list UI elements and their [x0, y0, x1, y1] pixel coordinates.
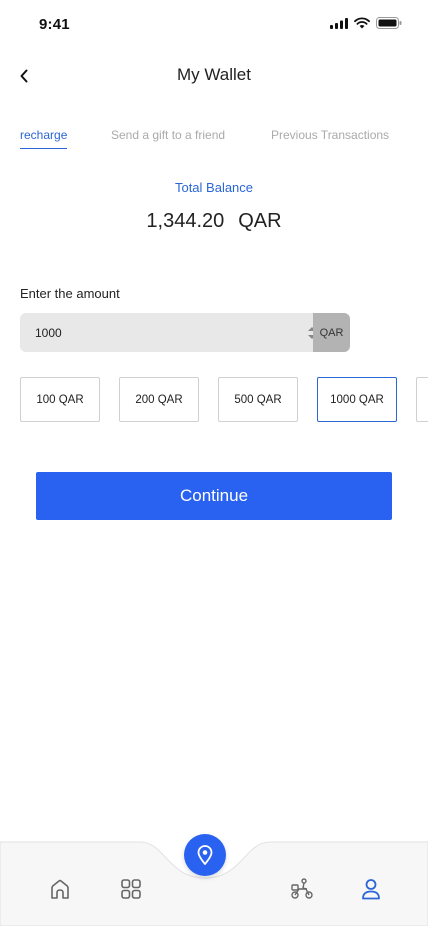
- tab-recharge[interactable]: recharge: [20, 128, 68, 149]
- nav-profile[interactable]: [358, 876, 384, 902]
- nav-delivery[interactable]: [289, 876, 315, 902]
- status-icons: [330, 17, 402, 29]
- continue-button[interactable]: Continue: [36, 472, 392, 520]
- status-bar: 9:41: [0, 0, 428, 50]
- cellular-signal-icon: [330, 17, 348, 29]
- balance-currency: QAR: [238, 210, 282, 232]
- nav-grid[interactable]: [118, 876, 144, 902]
- amount-input[interactable]: [20, 313, 312, 352]
- header: My Wallet: [0, 56, 428, 96]
- grid-icon: [121, 879, 141, 899]
- quick-amount-200[interactable]: 200 QAR: [119, 377, 199, 422]
- quick-amount-500[interactable]: 500 QAR: [218, 377, 298, 422]
- quick-amounts: 100 QAR 200 QAR 500 QAR 1000 QAR: [20, 377, 428, 423]
- delivery-scooter-icon: [291, 878, 313, 899]
- wifi-icon: [354, 17, 370, 29]
- nav-location-fab[interactable]: [184, 834, 226, 876]
- amount-label: Enter the amount: [20, 286, 120, 301]
- bottom-nav: [0, 834, 428, 926]
- wallet-tabs: recharge Send a gift to a friend Previou…: [20, 128, 428, 150]
- tab-send-gift[interactable]: Send a gift to a friend: [111, 128, 225, 142]
- status-time: 9:41: [39, 16, 70, 33]
- amount-field: QAR: [20, 313, 350, 352]
- location-pin-icon: [197, 845, 213, 865]
- quick-amount-100[interactable]: 100 QAR: [20, 377, 100, 422]
- quick-amount-more[interactable]: [416, 377, 428, 422]
- user-icon: [362, 879, 380, 900]
- amount-currency-addon: QAR: [313, 313, 350, 352]
- home-icon: [51, 879, 69, 899]
- balance-value: 1,344.20 QAR: [0, 210, 428, 233]
- total-balance-label: Total Balance: [174, 180, 254, 195]
- page-title: My Wallet: [177, 65, 251, 84]
- tab-previous-transactions[interactable]: Previous Transactions: [271, 128, 389, 142]
- balance-amount: 1,344.20: [146, 210, 225, 232]
- battery-icon: [376, 17, 402, 29]
- nav-home[interactable]: [47, 876, 73, 902]
- quick-amount-1000[interactable]: 1000 QAR: [317, 377, 397, 422]
